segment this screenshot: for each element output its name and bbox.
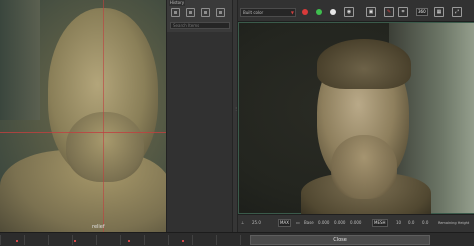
panel-toolbar xyxy=(171,8,225,17)
drag-handle-icon[interactable]: ⋮ xyxy=(234,106,238,112)
chevron-down-icon: ▼ xyxy=(290,10,294,15)
paint-icon[interactable]: ✎ xyxy=(384,7,394,17)
extra-value-3: 0.0 xyxy=(422,220,429,225)
preview-viewport[interactable] xyxy=(238,22,474,223)
import-icon[interactable] xyxy=(186,8,195,17)
scale-label: Base xyxy=(304,220,314,225)
keyframe-marker[interactable] xyxy=(16,240,18,242)
white-color-dot[interactable] xyxy=(330,9,336,15)
preview-beard xyxy=(331,135,397,199)
status-tail: Remaining Height xyxy=(438,221,470,225)
viewport-label: relief xyxy=(92,224,105,230)
timeline-strip: Close xyxy=(0,232,474,246)
zoom-value: 25.0 xyxy=(252,220,261,225)
history-list[interactable] xyxy=(167,32,232,232)
keyframe-marker[interactable] xyxy=(74,240,76,242)
extra-value-2: 0.0 xyxy=(408,220,415,225)
material-select[interactable]: Built color ▼ xyxy=(240,8,296,17)
timeline-ticks[interactable] xyxy=(0,235,248,245)
viewport-toolbar: Built color ▼ ◉ ▣ ✎ ⌗ 360 ▦ ⤢ xyxy=(238,0,474,22)
coord-z: 0.000 xyxy=(350,220,362,225)
left-viewport[interactable]: relief xyxy=(0,0,166,232)
preview-hair xyxy=(317,39,411,89)
history-panel: History Search Items xyxy=(166,0,232,232)
fullscreen-icon[interactable]: ⤢ xyxy=(452,7,462,17)
axis-icon: ⊥ xyxy=(241,220,245,225)
vertical-guide-line[interactable] xyxy=(103,0,104,232)
horizontal-guide-line[interactable] xyxy=(0,132,166,133)
delete-icon[interactable] xyxy=(216,8,225,17)
camera-icon[interactable]: ◉ xyxy=(344,7,354,17)
grid-icon[interactable]: ▦ xyxy=(434,7,444,17)
scale-icon: ▭ xyxy=(296,220,300,225)
red-color-dot[interactable] xyxy=(302,9,308,15)
export-icon[interactable] xyxy=(171,8,180,17)
background-shadow xyxy=(0,0,40,120)
material-select-value: Built color xyxy=(243,10,264,15)
keyframe-marker[interactable] xyxy=(182,240,184,242)
resolution-badge[interactable]: 360 xyxy=(416,8,428,16)
tab-history[interactable]: History xyxy=(169,0,185,6)
extra-value-1: 10 xyxy=(396,220,402,225)
crop-icon[interactable]: ⌗ xyxy=(398,7,408,17)
keyframe-marker[interactable] xyxy=(128,240,130,242)
mode-select[interactable]: MESH xyxy=(372,219,388,227)
close-button[interactable]: Close xyxy=(250,235,430,245)
search-input[interactable]: Search Items xyxy=(170,22,230,29)
coord-x: 0.000 xyxy=(318,220,330,225)
green-color-dot[interactable] xyxy=(316,9,322,15)
relief-beard xyxy=(66,112,144,182)
floppy-icon[interactable]: ▣ xyxy=(366,7,376,17)
unit-select[interactable]: MAX xyxy=(278,219,291,227)
viewport-statusbar: ⊥ 25.0 MAX ▭ Base 0.000 0.000 0.000 MESH… xyxy=(238,214,474,232)
save-icon[interactable] xyxy=(201,8,210,17)
coord-y: 0.000 xyxy=(334,220,346,225)
